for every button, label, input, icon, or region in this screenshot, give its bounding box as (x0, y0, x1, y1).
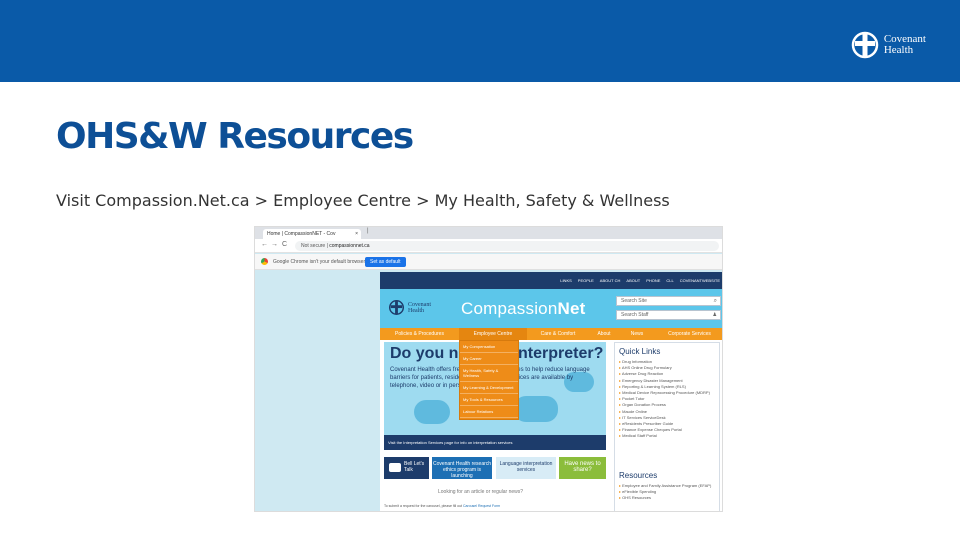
nav-item-policies[interactable]: Policies & Procedures (380, 328, 459, 340)
site-name-prefix: Compassion (461, 299, 558, 318)
bell-lets-talk-tile[interactable]: Bell Let's Talk (384, 457, 429, 479)
dropdown-item-tools[interactable]: My Tools & Resources (460, 394, 518, 406)
slide-title: OHS&W Resources (56, 116, 414, 157)
interpretation-tile[interactable]: Language interpretation services (496, 457, 556, 479)
main-navigation: Policies & Procedures Employee Centre Ca… (380, 328, 722, 340)
dropdown-item-compensation[interactable]: My Compensation (460, 341, 518, 353)
person-icon[interactable]: ♟ (713, 311, 717, 319)
search-icon[interactable]: ⌕ (714, 297, 717, 305)
utility-link[interactable]: PEOPLE (578, 272, 594, 289)
url-text: compassionnet.ca (329, 243, 370, 249)
site-search-input[interactable]: Search Site ⌕ (616, 296, 721, 306)
site-name: CompassionNet (461, 299, 586, 319)
quick-link[interactable]: Medical Staff Portal (619, 433, 719, 439)
nav-item-news[interactable]: News (619, 328, 655, 340)
quick-links-title: Quick Links (619, 347, 661, 356)
dropdown-item-career[interactable]: My Career (460, 353, 518, 365)
resources-list: Employee and Family Assistance Program (… (619, 483, 719, 502)
cross-logo-icon (851, 31, 879, 59)
search-scope-select[interactable]: Search Staff ♟ (616, 310, 721, 320)
covenant-health-logo: Covenant Health (850, 30, 926, 60)
chrome-icon (261, 258, 268, 265)
quick-links-list: Drug Information AHS Online Drug Formula… (619, 359, 719, 440)
browser-tab-strip: Home | CompassionNET - Cov × | (255, 227, 722, 239)
set-default-button[interactable]: Set as default (365, 257, 406, 267)
carousel-request-note: To submit a request for the carousel, pl… (384, 504, 500, 508)
utility-link[interactable]: COVENANTWEBSITE (680, 272, 720, 289)
site-logo[interactable]: Covenant Health (388, 299, 431, 316)
slide-subtitle: Visit Compassion.Net.ca > Employee Centr… (56, 191, 670, 210)
compassionnet-page: LINKS PEOPLE ABOUT CH ABOUT PHONE CLL CO… (380, 272, 722, 511)
site-logo-line-2: Health (408, 307, 424, 314)
dropdown-item-health-safety-wellness[interactable]: My Health, Safety & Wellness (460, 365, 518, 382)
speech-bubble-shape (414, 400, 450, 424)
infobar-text: Google Chrome isn't your default browser (273, 259, 366, 265)
hero-caption[interactable]: Visit the Interpretation Services page f… (384, 435, 606, 450)
dropdown-item-labour-relations[interactable]: Labour Relations (460, 406, 518, 418)
utility-link[interactable]: CLL (666, 272, 673, 289)
nav-item-care-comfort[interactable]: Care & Comfort (527, 328, 589, 340)
chat-bubble-icon (389, 463, 401, 472)
utility-link[interactable]: LINKS (560, 272, 572, 289)
cross-logo-icon (388, 299, 405, 316)
browser-toolbar: ← → C Not secure | compassionnet.ca (255, 239, 722, 253)
browser-tab-title: Home | CompassionNET - Cov (267, 231, 336, 237)
resources-title: Resources (619, 471, 658, 480)
speech-bubble-shape (514, 396, 558, 422)
utility-link[interactable]: ABOUT (626, 272, 640, 289)
looking-for-news-text: Looking for an article or regular news? (438, 489, 524, 495)
site-utility-bar: LINKS PEOPLE ABOUT CH ABOUT PHONE CLL CO… (380, 272, 722, 289)
scope-value: Search Staff (621, 312, 649, 318)
promo-bell-label: Bell Let's Talk (404, 461, 425, 473)
carousel-request-link[interactable]: Carousel Request Form (463, 504, 500, 508)
security-indicator: Not secure (301, 243, 326, 249)
address-bar[interactable]: Not secure | compassionnet.ca (295, 241, 719, 251)
reload-icon[interactable]: C (282, 241, 287, 248)
browser-tab[interactable]: Home | CompassionNET - Cov × (263, 229, 361, 239)
resource-link[interactable]: OHS Resources (619, 495, 719, 501)
utility-link[interactable]: PHONE (646, 272, 660, 289)
default-browser-infobar: Google Chrome isn't your default browser… (255, 254, 722, 270)
dropdown-item-learning[interactable]: My Learning & Development (460, 382, 518, 394)
site-header: Covenant Health CompassionNet Search Sit… (380, 289, 722, 328)
back-arrow-icon[interactable]: ← (261, 241, 268, 248)
utility-links: LINKS PEOPLE ABOUT CH ABOUT PHONE CLL CO… (560, 272, 720, 289)
new-tab-icon[interactable]: | (367, 228, 369, 234)
nav-item-about[interactable]: About (589, 328, 619, 340)
close-icon[interactable]: × (355, 229, 358, 239)
slide-header-bar: Covenant Health (0, 0, 960, 82)
nav-item-corporate-services[interactable]: Corporate Services (655, 328, 722, 340)
forward-arrow-icon[interactable]: → (271, 241, 278, 248)
utility-link[interactable]: ABOUT CH (600, 272, 621, 289)
share-news-tile[interactable]: Have news to share? (559, 457, 606, 479)
search-placeholder: Search Site (621, 298, 647, 304)
employee-centre-dropdown: My Compensation My Career My Health, Saf… (459, 340, 519, 420)
research-ethics-tile[interactable]: Covenant Health research ethics program … (432, 457, 492, 479)
browser-screenshot: Home | CompassionNET - Cov × | ← → C Not… (254, 226, 723, 512)
quick-links-panel: Quick Links Drug Information AHS Online … (614, 342, 720, 511)
site-name-suffix: Net (557, 299, 586, 318)
brand-line-2: Health (883, 44, 914, 56)
footnote-text: To submit a request for the carousel, pl… (384, 504, 463, 508)
nav-item-employee-centre[interactable]: Employee Centre (459, 328, 527, 340)
